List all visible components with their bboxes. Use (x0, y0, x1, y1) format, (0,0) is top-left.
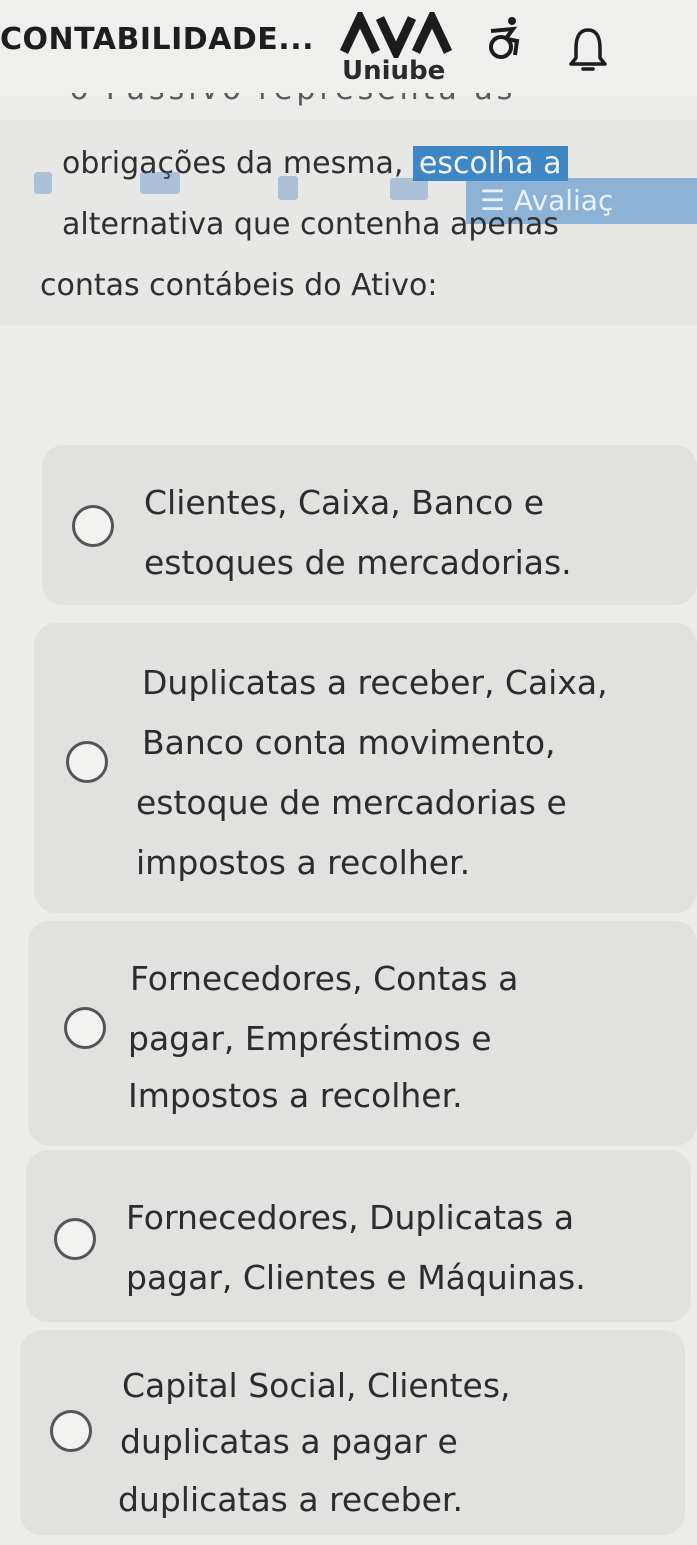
option-text-line: Capital Social, Clientes, (122, 1366, 511, 1405)
answer-option-5[interactable]: Capital Social, Clientes, duplicatas a p… (20, 1330, 685, 1535)
radio-button[interactable] (54, 1218, 96, 1260)
question-line-1: obrigações da mesma, escolha a (62, 146, 568, 181)
option-text-line: pagar, Clientes e Máquinas. (126, 1258, 586, 1297)
overlay-video-icon (140, 172, 180, 194)
radio-button[interactable] (72, 505, 114, 547)
option-text-line: estoques de mercadorias. (144, 543, 572, 582)
option-text-line: pagar, Empréstimos e (128, 1019, 492, 1058)
option-text-line: Duplicatas a receber, Caixa, (142, 663, 608, 702)
option-text-line: duplicatas a receber. (118, 1480, 463, 1519)
option-text-line: Fornecedores, Duplicatas a (126, 1198, 575, 1237)
radio-button[interactable] (64, 1007, 106, 1049)
page: CONTABILIDADE... Uniube o P (0, 0, 697, 1545)
answer-option-1[interactable]: Clientes, Caixa, Banco e estoques de mer… (42, 445, 697, 605)
overlay-doc-icon (34, 172, 52, 194)
overlay-media-icon (390, 178, 428, 200)
answer-option-3[interactable]: Fornecedores, Contas a pagar, Empréstimo… (28, 921, 697, 1146)
radio-button[interactable] (50, 1410, 92, 1452)
app-header: CONTABILIDADE... Uniube (0, 0, 697, 96)
option-text-line: Clientes, Caixa, Banco e (144, 483, 545, 522)
question-highlight: escolha a (412, 146, 568, 181)
ava-logo[interactable]: Uniube (339, 7, 460, 88)
option-text-line: duplicatas a pagar e (120, 1422, 458, 1461)
question-cut-line: o Passivo representa as (70, 93, 630, 111)
radio-button[interactable] (66, 741, 108, 783)
bell-icon[interactable] (568, 26, 608, 74)
ava-logo-icon (339, 7, 453, 63)
accessibility-icon[interactable] (487, 15, 521, 61)
option-text-line: Banco conta movimento, (142, 723, 556, 762)
question-text: obrigações da mesma, escolha a ☰ Avaliaç… (0, 120, 697, 325)
answer-option-4[interactable]: Fornecedores, Duplicatas a pagar, Client… (26, 1150, 691, 1322)
option-text-line: Impostos a recolher. (128, 1076, 463, 1115)
option-text-line: estoque de mercadorias e (136, 783, 567, 822)
option-text-line: impostos a recolher. (136, 843, 471, 882)
logo-text: Uniube (342, 56, 446, 86)
course-title[interactable]: CONTABILIDADE... (0, 22, 314, 57)
answer-option-2[interactable]: Duplicatas a receber, Caixa, Banco conta… (34, 623, 697, 913)
question-line-3: contas contábeis do Ativo: (40, 268, 438, 303)
question-line-2: alternativa que contenha apenas (62, 207, 559, 242)
option-text-line: Fornecedores, Contas a (130, 959, 519, 998)
overlay-file-icon (278, 176, 298, 200)
